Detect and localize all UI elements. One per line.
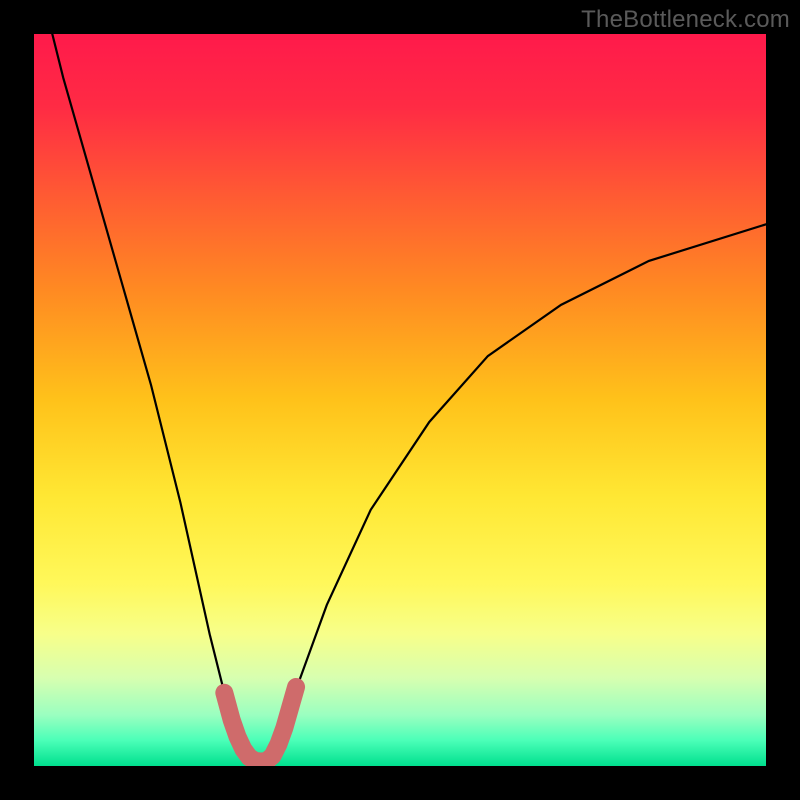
gradient-background bbox=[34, 34, 766, 766]
plot-area bbox=[34, 34, 766, 766]
chart-svg bbox=[34, 34, 766, 766]
chart-frame: TheBottleneck.com bbox=[0, 0, 800, 800]
watermark-text: TheBottleneck.com bbox=[581, 6, 790, 34]
